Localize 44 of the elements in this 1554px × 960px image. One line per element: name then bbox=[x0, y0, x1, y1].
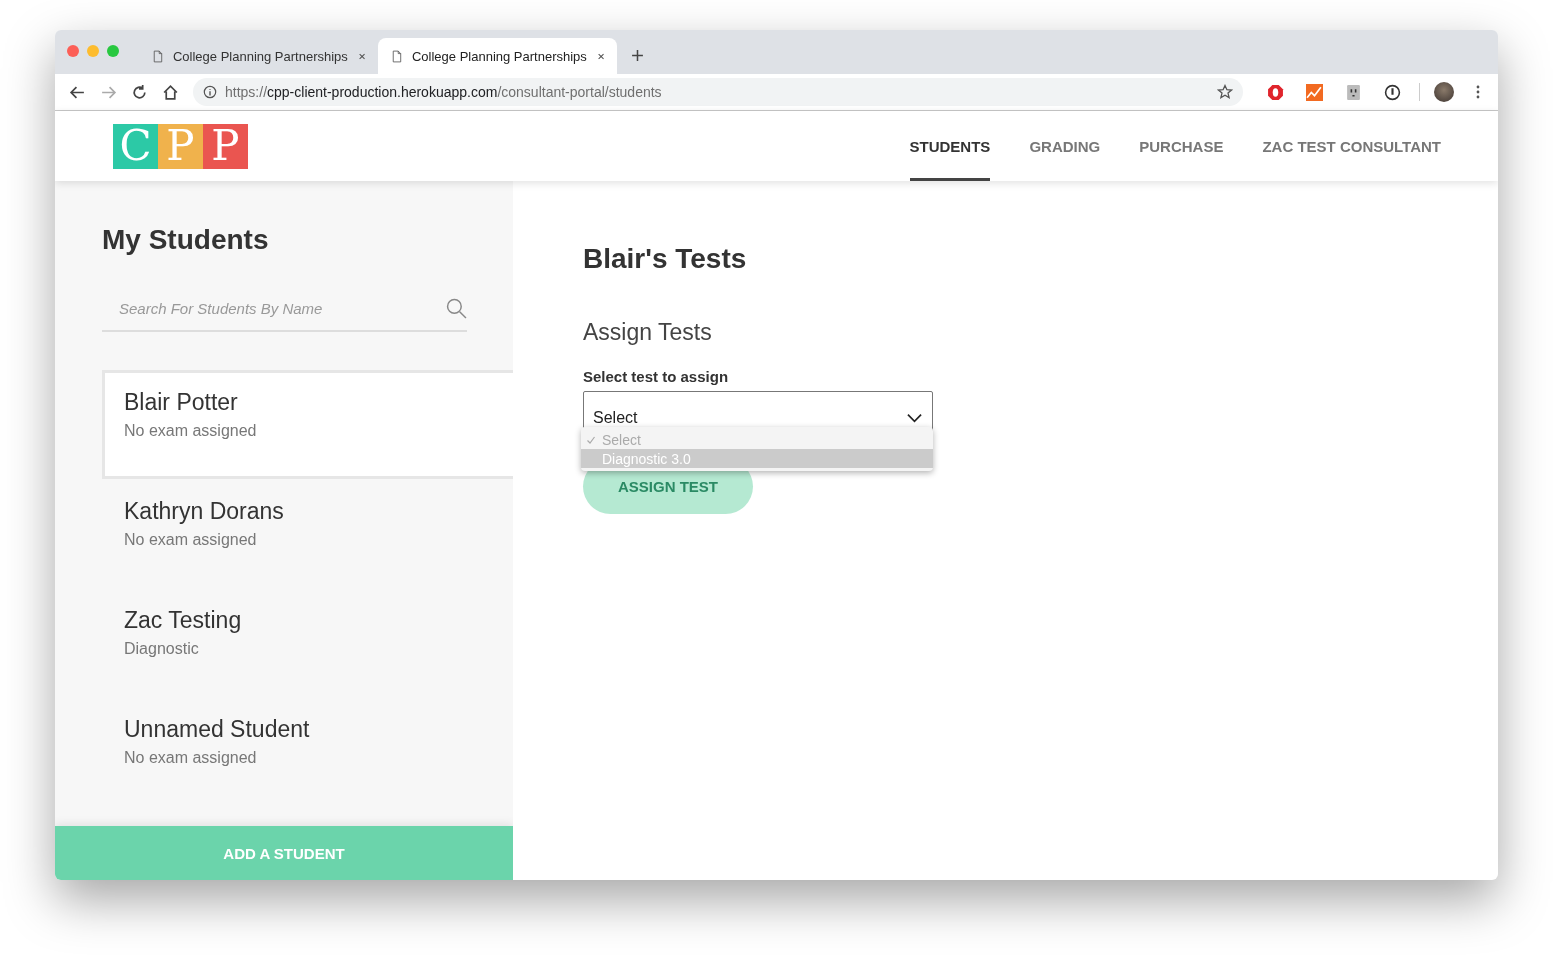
field-label: Select test to assign bbox=[583, 368, 729, 385]
search-icon[interactable] bbox=[446, 297, 467, 319]
document-icon bbox=[392, 49, 402, 63]
home-icon[interactable] bbox=[162, 83, 179, 101]
password-icon[interactable] bbox=[1384, 83, 1401, 101]
student-name: Unnamed Student bbox=[124, 716, 311, 743]
nav-link[interactable]: PURCHASE bbox=[1139, 111, 1224, 181]
outlet-icon[interactable] bbox=[1345, 83, 1362, 101]
student-status: No exam assigned bbox=[124, 531, 258, 549]
browser-tab[interactable]: College Planning Partnerships bbox=[139, 38, 378, 74]
student-item[interactable]: Blair Potter No exam assigned bbox=[102, 370, 513, 479]
browser-tab[interactable]: College Planning Partnerships bbox=[378, 38, 617, 74]
menu-icon[interactable] bbox=[1476, 84, 1480, 100]
page-title: Blair's Tests bbox=[583, 243, 747, 275]
avatar-icon[interactable] bbox=[1434, 82, 1454, 102]
star-icon[interactable] bbox=[1217, 84, 1233, 100]
nav-link[interactable]: GRADING bbox=[1029, 111, 1101, 181]
address-bar[interactable]: https://cpp-client-production.herokuapp.com/consultant-portal/students bbox=[193, 78, 1243, 106]
student-name: Zac Testing bbox=[124, 607, 243, 634]
url-text: https://cpp-client-production.herokuapp.com/consultant-portal/students bbox=[225, 84, 663, 100]
document-icon bbox=[153, 49, 163, 63]
stop-sign-icon[interactable] bbox=[1267, 83, 1284, 101]
reload-icon[interactable] bbox=[131, 83, 148, 101]
nav-link[interactable]: STUDENTS bbox=[909, 111, 991, 181]
chevron-down-icon bbox=[907, 413, 922, 423]
student-item[interactable]: Zac Testing Diagnostic bbox=[102, 588, 513, 697]
close-icon[interactable] bbox=[596, 51, 605, 61]
student-item[interactable]: Kathryn Dorans No exam assigned bbox=[102, 479, 513, 588]
check-icon bbox=[586, 434, 596, 445]
chart-icon[interactable] bbox=[1306, 83, 1323, 101]
new-tab-icon[interactable] bbox=[631, 49, 644, 62]
student-status: No exam assigned bbox=[124, 749, 258, 767]
logo-letter[interactable]: P bbox=[203, 123, 248, 169]
section-title: Assign Tests bbox=[583, 319, 712, 346]
student-status: Diagnostic bbox=[124, 640, 200, 658]
sidebar-title: My Students bbox=[102, 224, 270, 256]
student-name: Blair Potter bbox=[124, 389, 239, 416]
info-icon bbox=[203, 85, 217, 99]
student-name: Kathryn Dorans bbox=[124, 498, 285, 525]
search-field[interactable]: Search For Students By Name bbox=[117, 298, 446, 318]
close-icon[interactable] bbox=[357, 51, 366, 61]
student-item[interactable]: Unnamed Student No exam assigned bbox=[102, 697, 513, 806]
nav-link[interactable]: ZAC TEST CONSULTANT bbox=[1262, 111, 1441, 181]
student-status: No exam assigned bbox=[124, 422, 258, 440]
